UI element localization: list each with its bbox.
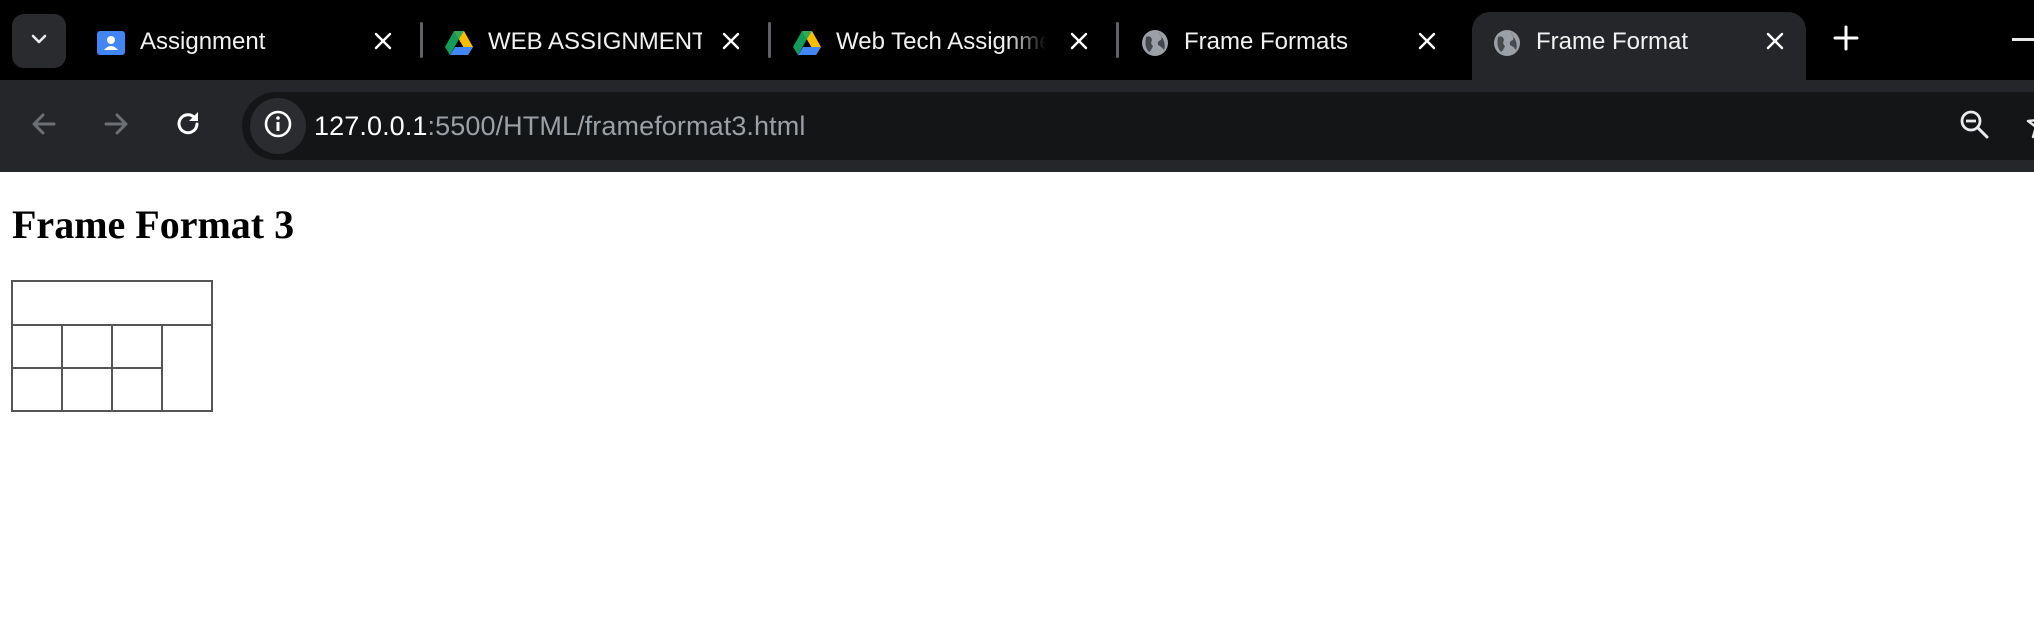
reload-icon xyxy=(173,109,203,144)
reload-button[interactable] xyxy=(164,102,212,150)
tab-web-tech-assignment[interactable]: Web Tech Assignme xyxy=(772,12,1102,72)
google-classroom-icon xyxy=(96,28,126,58)
new-tab-button[interactable] xyxy=(1826,20,1866,60)
tab-title: Web Tech Assignme xyxy=(836,28,1046,55)
frame-right[interactable] xyxy=(161,324,213,412)
google-drive-icon xyxy=(792,28,822,58)
frameset xyxy=(11,280,213,412)
plus-icon xyxy=(1833,25,1859,56)
tab-title: Frame Formats xyxy=(1184,28,1349,55)
address-bar[interactable]: 127.0.0.1:5500/HTML/frameformat3.html xyxy=(242,92,2034,160)
tab-frame-formats[interactable]: Frame Formats xyxy=(1120,12,1450,72)
browser-toolbar: 127.0.0.1:5500/HTML/frameformat3.html xyxy=(0,80,2034,253)
close-icon[interactable] xyxy=(716,26,746,56)
tab-search-button[interactable] xyxy=(12,14,66,68)
frame-row2-col2[interactable] xyxy=(61,367,113,412)
tab-title: Frame Format xyxy=(1536,28,1689,55)
close-icon[interactable] xyxy=(368,26,398,56)
page-title: Frame Format 3 xyxy=(12,202,295,247)
arrow-left-icon xyxy=(29,109,59,144)
tab-strip: Assignment WEB ASSIGNMENT Web Tech Assig… xyxy=(0,0,2034,80)
frame-row2-col3[interactable] xyxy=(111,367,163,412)
star-icon xyxy=(2026,108,2034,145)
url-host: 127.0.0.1 xyxy=(314,111,428,141)
minimize-button[interactable] xyxy=(2012,38,2034,41)
globe-icon xyxy=(1140,28,1170,58)
zoom-out-icon xyxy=(1958,108,1990,145)
site-info-button[interactable] xyxy=(250,98,306,154)
google-drive-icon xyxy=(444,28,474,58)
tab-title: Assignment xyxy=(140,28,266,55)
frame-row2-col1[interactable] xyxy=(11,367,63,412)
url-path: :5500/HTML/frameformat3.html xyxy=(427,111,806,141)
chevron-down-icon xyxy=(28,28,50,55)
zoom-button[interactable] xyxy=(1950,102,1998,150)
info-icon xyxy=(263,109,293,144)
tab-web-assignment[interactable]: WEB ASSIGNMENT xyxy=(424,12,754,72)
bookmark-button[interactable] xyxy=(2018,102,2034,150)
tab-frame-format[interactable]: Frame Format xyxy=(1472,12,1806,80)
tab-separator xyxy=(1116,22,1119,58)
close-icon[interactable] xyxy=(1064,26,1094,56)
forward-button[interactable] xyxy=(92,102,140,150)
page-content: Frame Format 3 xyxy=(0,173,2034,618)
frame-top[interactable] xyxy=(11,280,213,326)
tab-title: WEB ASSIGNMENT xyxy=(488,28,702,55)
frame-row1-col2[interactable] xyxy=(61,324,113,369)
tab-separator xyxy=(420,22,423,58)
globe-icon xyxy=(1492,28,1522,58)
frame-row1-col1[interactable] xyxy=(11,324,63,369)
close-icon[interactable] xyxy=(1760,26,1790,56)
back-button[interactable] xyxy=(20,102,68,150)
close-icon[interactable] xyxy=(1412,26,1442,56)
tab-separator xyxy=(768,22,771,58)
arrow-right-icon xyxy=(101,109,131,144)
tab-assignment[interactable]: Assignment xyxy=(76,12,406,72)
frame-row1-col3[interactable] xyxy=(111,324,163,369)
url-text[interactable]: 127.0.0.1:5500/HTML/frameformat3.html xyxy=(314,110,805,142)
